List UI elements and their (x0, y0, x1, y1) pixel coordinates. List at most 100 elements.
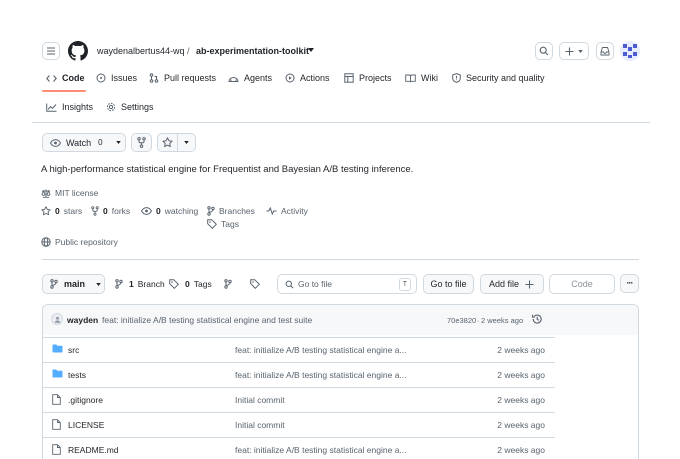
tab-insights[interactable]: Insights (46, 102, 93, 112)
go-to-file-input[interactable]: Go to file T (277, 274, 417, 294)
search-icon (285, 280, 294, 289)
commit-sha[interactable]: 70e3820 (447, 316, 476, 325)
tab-projects[interactable]: Projects (344, 73, 392, 83)
visibility-indicator: Public repository (41, 237, 118, 247)
tab-pull-requests[interactable]: Pull requests (149, 73, 216, 83)
file-commit-date: 2 weeks ago (497, 345, 545, 355)
table-row[interactable]: README.md feat: initialize A/B testing s… (42, 437, 555, 459)
repo-name-link[interactable]: ab-experimentation-toolkit (196, 46, 309, 56)
avatar[interactable] (620, 41, 640, 61)
graph-icon (46, 103, 57, 112)
github-logo-icon[interactable] (68, 41, 88, 61)
tags-label: Tags (221, 219, 239, 229)
tab-actions[interactable]: Actions (285, 73, 330, 83)
tag-count-label: Tags (193, 279, 212, 289)
tab-label: Insights (62, 102, 94, 112)
code-button[interactable]: Code (549, 274, 615, 294)
branch-icon[interactable] (224, 279, 232, 289)
file-name[interactable]: tests (68, 370, 86, 380)
watch-button[interactable]: Watch 0 (42, 133, 126, 152)
more-options-button[interactable]: ··· (620, 274, 639, 293)
history-icon[interactable] (531, 313, 543, 325)
branches-link[interactable]: Branches (207, 206, 255, 216)
file-commit-message[interactable]: feat: initialize A/B testing statistical… (235, 445, 407, 455)
plus-icon (525, 280, 535, 289)
license-link[interactable]: MIT license (41, 188, 98, 198)
file-name[interactable]: LICENSE (68, 420, 104, 430)
repo-owner-link[interactable]: waydenalbertus44-wq (97, 46, 185, 56)
add-file-button[interactable]: Add file (480, 274, 544, 294)
tags-link[interactable]: Tags (207, 219, 239, 229)
branch-count-label: Branch (137, 279, 165, 289)
table-row[interactable]: .gitignore Initial commit 2 weeks ago (42, 387, 555, 412)
stars-label: stars (63, 206, 83, 216)
watching-count: 0 (156, 206, 161, 216)
commit-message[interactable]: feat: initialize A/B testing statistical… (102, 315, 312, 325)
branches-label: Branches (219, 206, 255, 216)
tab-wiki[interactable]: Wiki (405, 73, 438, 83)
tab-label: Projects (359, 73, 392, 83)
star-dropdown-button[interactable] (177, 133, 196, 152)
tab-settings[interactable]: Settings (106, 102, 154, 112)
create-new-button[interactable] (559, 42, 589, 60)
keyboard-shortcut-badge: T (398, 278, 411, 291)
file-commit-message[interactable]: feat: initialize A/B testing statistical… (235, 370, 407, 380)
watching-link[interactable]: 0 watching (141, 206, 198, 216)
forks-label: forks (111, 206, 131, 216)
menu-button[interactable] (42, 42, 60, 60)
book-icon (405, 74, 416, 83)
inbox-button[interactable] (596, 42, 614, 60)
tab-issues[interactable]: Issues (96, 73, 137, 83)
branch-icon (115, 279, 123, 289)
watch-label: Watch (66, 137, 92, 148)
caret-down-icon[interactable] (308, 48, 314, 52)
tab-security[interactable]: Security and quality (452, 73, 545, 83)
fork-button[interactable] (131, 133, 152, 152)
table-row[interactable]: LICENSE Initial commit 2 weeks ago (42, 412, 555, 437)
file-commit-date: 2 weeks ago (497, 445, 545, 455)
stars-link[interactable]: 0 stars (41, 206, 82, 216)
star-icon (162, 137, 173, 148)
file-commit-message[interactable]: feat: initialize A/B testing statistical… (235, 345, 407, 355)
commit-author[interactable]: wayden (67, 315, 98, 325)
code-icon (46, 74, 57, 83)
issue-icon (96, 73, 106, 83)
repo-description: A high-performance statistical engine fo… (41, 164, 414, 175)
forks-count: 0 (103, 206, 108, 216)
watch-count: 0 (98, 138, 103, 147)
table-row[interactable]: src feat: initialize A/B testing statist… (42, 337, 555, 362)
star-icon (41, 206, 51, 216)
forks-link[interactable]: 0 forks (91, 206, 130, 216)
tab-label: Issues (111, 73, 138, 83)
license-label: MIT license (55, 188, 99, 198)
table-row[interactable]: tests feat: initialize A/B testing stati… (42, 362, 555, 387)
file-commit-message[interactable]: Initial commit (235, 395, 285, 405)
file-name[interactable]: README.md (68, 445, 119, 455)
pulse-icon (266, 207, 277, 215)
tag-icon[interactable] (250, 279, 260, 289)
stars-count: 0 (55, 206, 60, 216)
search-icon (539, 46, 549, 56)
folder-icon (52, 369, 63, 378)
activity-link[interactable]: Activity (266, 206, 308, 216)
tab-agents[interactable]: Agents (228, 73, 272, 83)
file-icon (52, 444, 61, 455)
search-button[interactable] (535, 42, 553, 60)
star-button[interactable] (157, 133, 178, 152)
tab-label: Pull requests (164, 73, 217, 83)
file-commit-message[interactable]: Initial commit (235, 420, 285, 430)
tags-count-link[interactable]: 0 Tags (169, 279, 212, 289)
tab-label: Actions (300, 73, 330, 83)
branches-count-link[interactable]: 1 Branch (115, 279, 165, 289)
hamburger-icon (46, 46, 56, 56)
commit-separator: · (477, 316, 480, 325)
tab-code[interactable]: Code (46, 73, 85, 83)
caret-down-icon (96, 282, 101, 286)
tag-count: 0 (185, 279, 190, 289)
tab-label: Code (62, 73, 85, 83)
go-to-file-button[interactable]: Go to file (423, 274, 474, 294)
branch-selector[interactable]: main (42, 274, 105, 294)
commit-avatar[interactable] (51, 313, 63, 325)
file-name[interactable]: src (68, 345, 79, 355)
file-name[interactable]: .gitignore (68, 395, 103, 405)
